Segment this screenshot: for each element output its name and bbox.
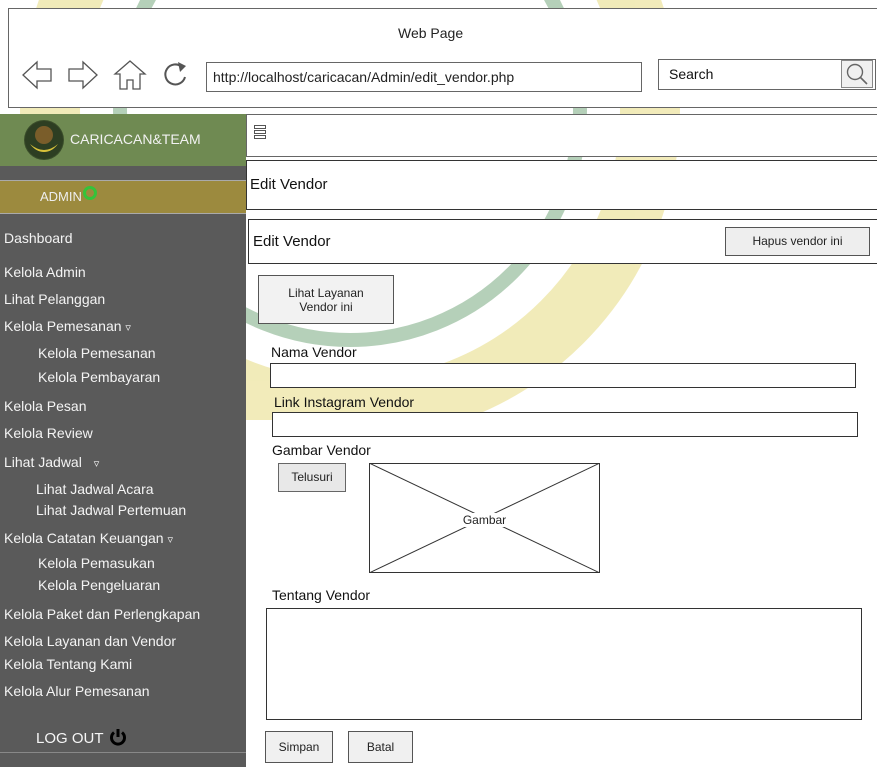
- sidebar-item-dashboard[interactable]: Dashboard: [4, 230, 73, 246]
- chevron-down-icon: ▿: [93, 458, 100, 470]
- logout-label: LOG OUT: [36, 730, 104, 747]
- sidebar-item-kelola-layanan-vendor[interactable]: Kelola Layanan dan Vendor: [4, 633, 176, 649]
- image-placeholder-label: Gambar: [460, 513, 509, 527]
- vendor-image-label: Gambar Vendor: [272, 442, 371, 458]
- about-vendor-textarea[interactable]: [266, 608, 862, 720]
- sidebar-item-kelola-tentang-kami[interactable]: Kelola Tentang Kami: [4, 656, 132, 672]
- sidebar-subitem-lihat-jadwal-acara[interactable]: Lihat Jadwal Acara: [36, 481, 154, 497]
- sidebar-subitem-kelola-pemesanan[interactable]: Kelola Pemesanan: [38, 345, 156, 361]
- sidebar-item-label: Kelola Catatan Keuangan: [4, 530, 164, 546]
- sidebar-subitem-kelola-pemasukan[interactable]: Kelola Pemasukan: [38, 555, 155, 571]
- role-label: ADMIN: [40, 189, 82, 204]
- button-label-line2: Vendor ini: [299, 300, 353, 314]
- admin-row: [0, 180, 246, 214]
- brand-logo: [24, 120, 64, 160]
- chevron-down-icon: ▿: [167, 534, 173, 546]
- chevron-down-icon: ▿: [125, 322, 131, 334]
- sidebar-item-kelola-admin[interactable]: Kelola Admin: [4, 264, 86, 280]
- sidebar-item-lihat-pelanggan[interactable]: Lihat Pelanggan: [4, 291, 105, 307]
- instagram-link-field[interactable]: [272, 412, 858, 437]
- about-vendor-label: Tentang Vendor: [272, 587, 371, 603]
- instagram-link-label: Link Instagram Vendor: [274, 394, 415, 410]
- sidebar-subitem-lihat-jadwal-pertemuan[interactable]: Lihat Jadwal Pertemuan: [36, 502, 186, 518]
- delete-vendor-button[interactable]: Hapus vendor ini: [725, 227, 870, 256]
- sidebar-item-kelola-pemesanan[interactable]: Kelola Pemesanan ▿: [4, 318, 131, 334]
- vendor-image-placeholder: Gambar: [369, 463, 600, 573]
- power-icon: [110, 729, 127, 746]
- online-status-icon: [83, 186, 97, 200]
- forward-arrow-icon[interactable]: [66, 58, 100, 92]
- browse-image-button[interactable]: Telusuri: [278, 463, 346, 492]
- vendor-name-label: Nama Vendor: [271, 344, 357, 360]
- sidebar-item-label: Lihat Jadwal: [4, 454, 82, 470]
- back-arrow-icon[interactable]: [20, 58, 54, 92]
- sidebar-item-kelola-review[interactable]: Kelola Review: [4, 425, 93, 441]
- hamburger-menu-icon[interactable]: [254, 125, 266, 139]
- top-bar: [246, 114, 877, 157]
- sidebar-item-kelola-alur-pemesanan[interactable]: Kelola Alur Pemesanan: [4, 683, 150, 699]
- sidebar-subitem-kelola-pembayaran[interactable]: Kelola Pembayaran: [38, 369, 160, 385]
- search-button[interactable]: [841, 60, 873, 88]
- magnifier-icon: [846, 63, 868, 85]
- vendor-name-field[interactable]: [270, 363, 856, 388]
- sidebar-item-lihat-jadwal[interactable]: Lihat Jadwal ▿: [4, 454, 99, 470]
- panel-title: Edit Vendor: [253, 233, 331, 250]
- button-label-line1: Lihat Layanan: [288, 286, 364, 300]
- save-button[interactable]: Simpan: [265, 731, 333, 763]
- home-icon[interactable]: [112, 58, 148, 92]
- address-bar[interactable]: http://localhost/caricacan/Admin/edit_ve…: [206, 62, 642, 92]
- view-vendor-services-button[interactable]: Lihat Layanan Vendor ini: [258, 275, 394, 324]
- logout-button[interactable]: LOG OUT: [36, 728, 127, 747]
- page-header: [246, 160, 877, 210]
- sidebar-item-label: Kelola Pemesanan: [4, 318, 122, 334]
- cancel-button[interactable]: Batal: [348, 731, 413, 763]
- sidebar-item-kelola-catatan-keuangan[interactable]: Kelola Catatan Keuangan ▿: [4, 530, 173, 546]
- sidebar-item-kelola-pesan[interactable]: Kelola Pesan: [4, 398, 87, 414]
- window-title: Web Page: [398, 25, 464, 41]
- refresh-icon[interactable]: [160, 58, 190, 92]
- sidebar-item-kelola-paket[interactable]: Kelola Paket dan Perlengkapan: [4, 606, 200, 622]
- brand-name[interactable]: CARICACAN&TEAM: [70, 131, 201, 147]
- sidebar-subitem-kelola-pengeluaran[interactable]: Kelola Pengeluaran: [38, 577, 160, 593]
- page-title: Edit Vendor: [250, 176, 328, 193]
